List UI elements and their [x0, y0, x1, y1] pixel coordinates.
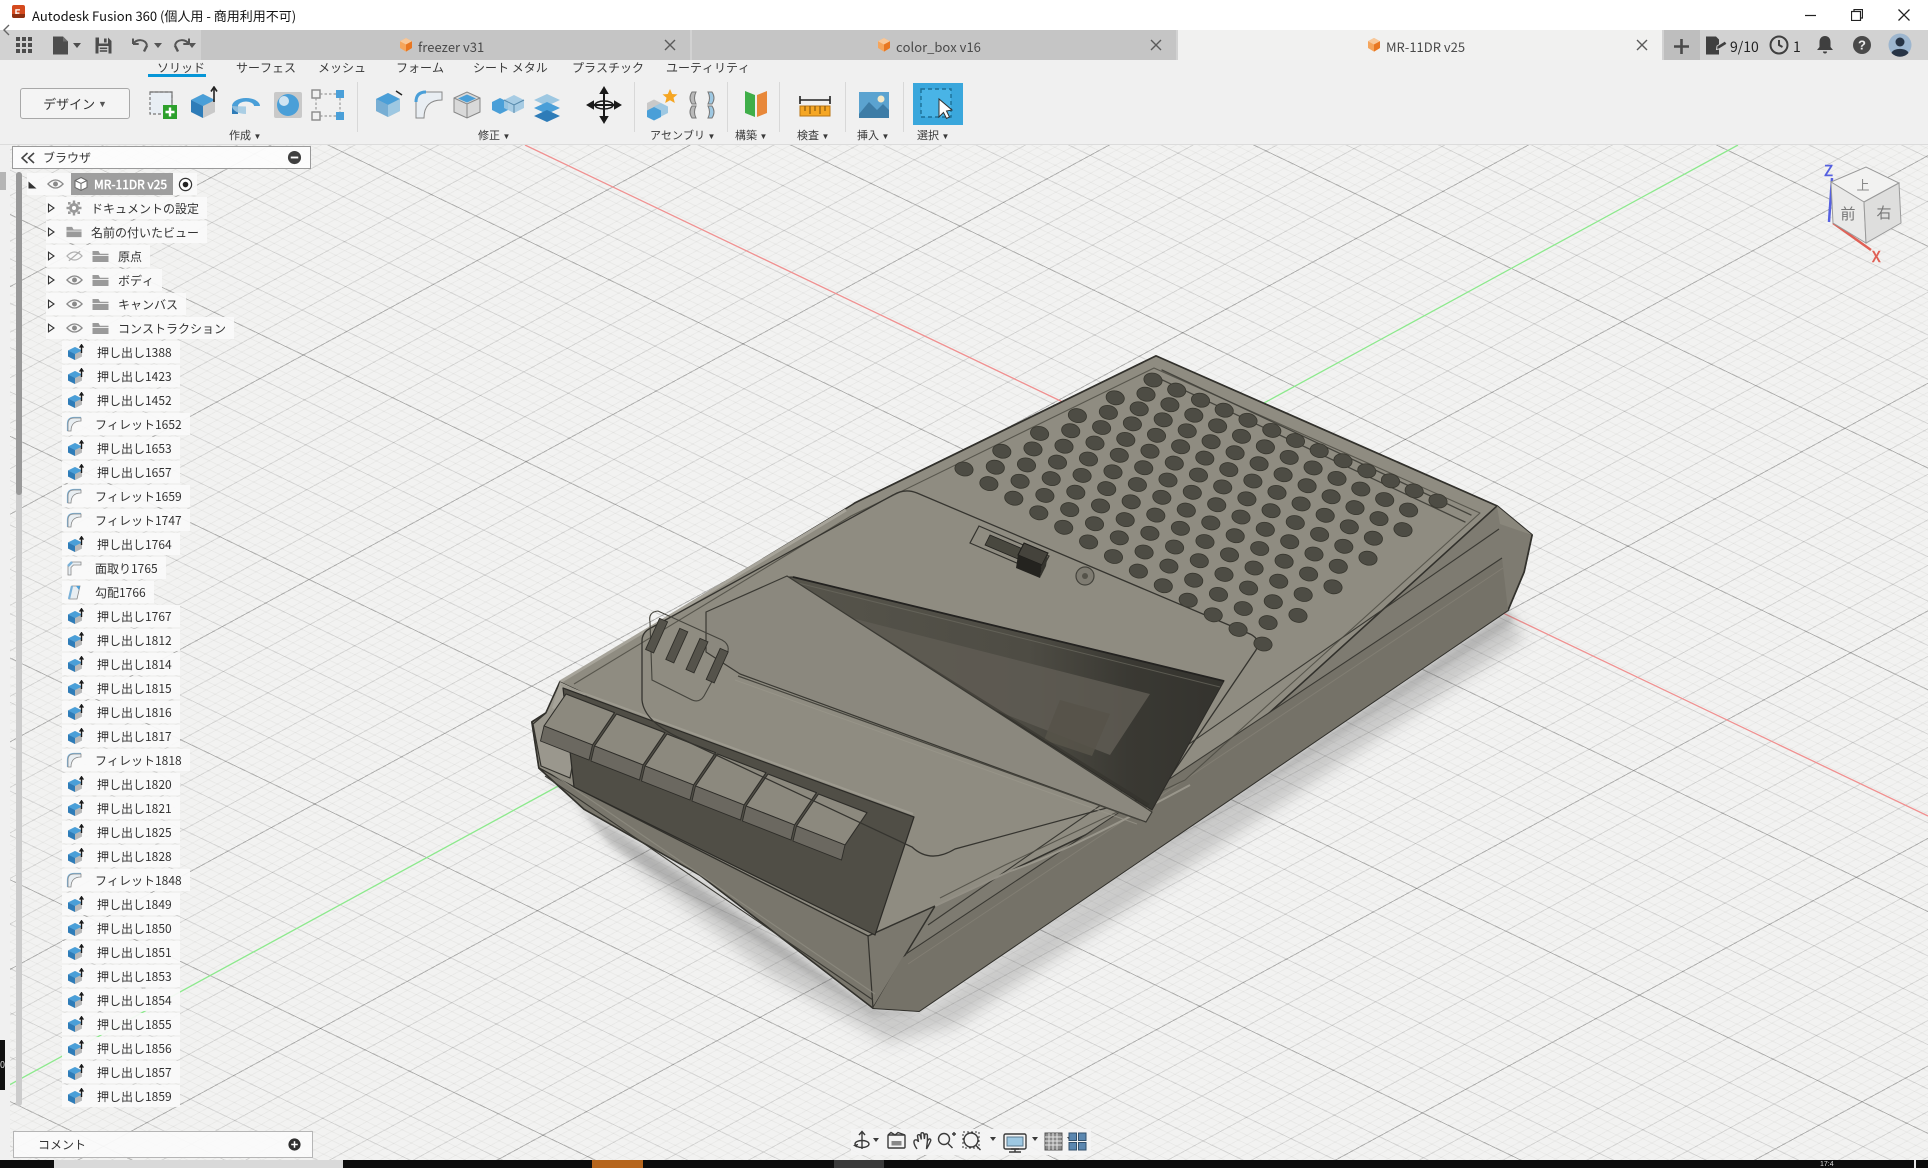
svg-text:Z: Z: [1824, 160, 1833, 181]
svg-text:上: 上: [1856, 175, 1869, 194]
svg-text:前: 前: [1840, 203, 1855, 224]
svg-text:?: ?: [1858, 35, 1866, 54]
svg-text:X: X: [1871, 246, 1881, 267]
svg-text:右: 右: [1876, 202, 1891, 223]
